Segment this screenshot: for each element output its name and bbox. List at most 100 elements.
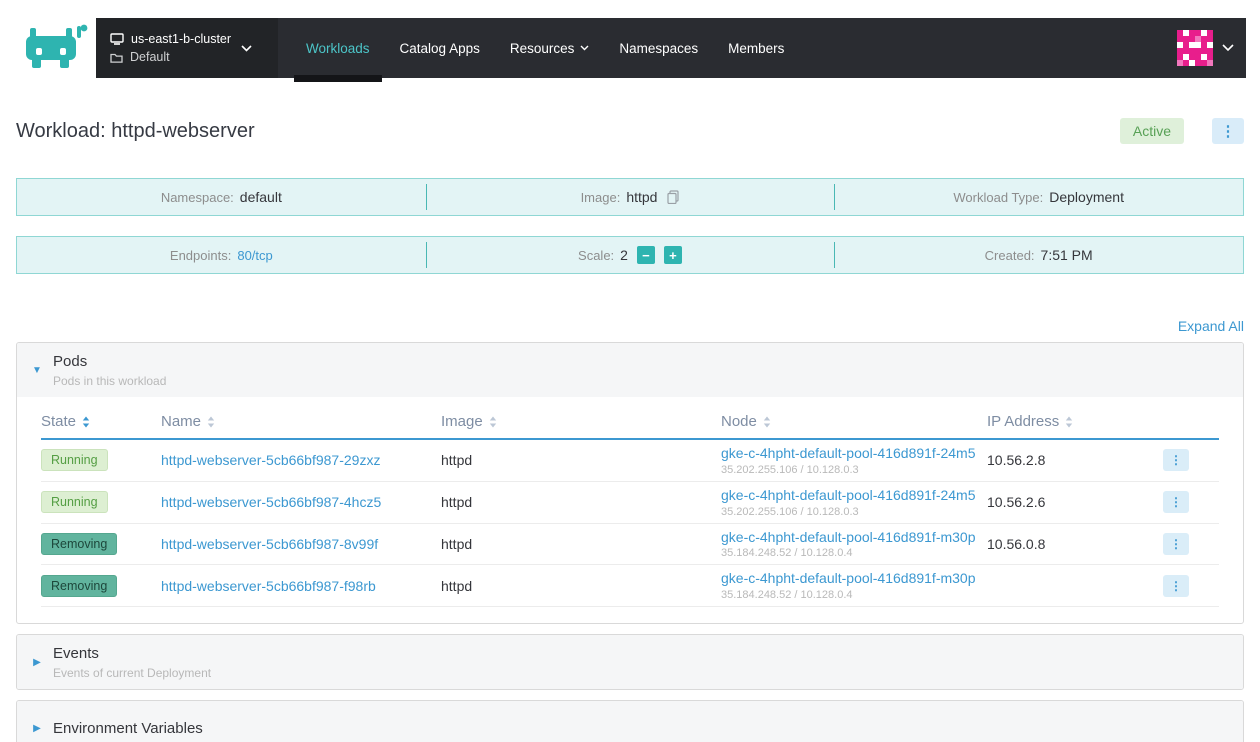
- pod-actions-button[interactable]: ⋮: [1163, 574, 1189, 597]
- user-menu[interactable]: [1177, 18, 1246, 78]
- pods-section-title: Pods: [53, 352, 88, 370]
- project-folder-icon: [110, 53, 123, 63]
- workload-type-value: Deployment: [1049, 189, 1124, 205]
- image-value: httpd: [626, 189, 658, 205]
- namespace-value: default: [239, 189, 282, 205]
- pod-state-badge: Removing: [41, 574, 118, 597]
- node-link[interactable]: gke-c-4hpht-default-pool-416d891f-m30p: [721, 570, 979, 587]
- triangle-right-icon: ▶: [33, 656, 41, 668]
- pod-row: Running httpd-webserver-5cb66bf987-29zxz…: [41, 439, 1219, 482]
- nav-item-resources[interactable]: Resources: [510, 18, 590, 78]
- dots-vertical-icon: ⋮: [1220, 123, 1236, 140]
- pod-state-badge: Running: [41, 491, 108, 514]
- workload-type-label: Workload Type:: [953, 189, 1044, 205]
- created-label: Created:: [984, 247, 1035, 263]
- nav-item-catalog-apps[interactable]: Catalog Apps: [400, 18, 480, 78]
- node-ips: 35.184.248.52 / 10.128.0.4: [721, 589, 853, 602]
- endpoint-link[interactable]: 80/tcp: [237, 248, 272, 263]
- pod-name-link[interactable]: httpd-webserver-5cb66bf987-4hcz5: [161, 494, 381, 510]
- project-name: Default: [130, 50, 170, 64]
- endpoints-label: Endpoints:: [169, 247, 232, 263]
- pod-state-badge: Removing: [41, 532, 118, 555]
- environment-variables-header[interactable]: ▶ Environment Variables: [17, 701, 1243, 742]
- workload-actions-button[interactable]: ⋮: [1212, 118, 1244, 144]
- pod-image: httpd: [441, 494, 473, 511]
- nav-label-catalog-apps: Catalog Apps: [399, 40, 480, 56]
- sort-icon: [207, 416, 215, 427]
- chevron-down-icon: [1222, 44, 1234, 52]
- pod-ip: 10.56.0.8: [987, 535, 1046, 552]
- dots-vertical-icon: ⋮: [1170, 495, 1182, 510]
- events-section-subtitle: Events of current Deployment: [53, 665, 212, 680]
- column-header-state[interactable]: State: [41, 397, 161, 440]
- chevron-down-icon: [241, 44, 252, 52]
- nav-items: Workloads Catalog Apps Resources Namespa…: [278, 18, 812, 82]
- nav-label-members: Members: [728, 40, 785, 56]
- cluster-name: us-east1-b-cluster: [131, 32, 232, 46]
- node-link[interactable]: gke-c-4hpht-default-pool-416d891f-m30p: [721, 529, 979, 546]
- created-cell: Created: 7:51 PM: [834, 237, 1243, 273]
- nav-label-resources: Resources: [509, 40, 575, 56]
- pod-row: Removing httpd-webserver-5cb66bf987-8v99…: [41, 523, 1219, 566]
- column-ip-label: IP Address: [987, 413, 1060, 430]
- events-section-header[interactable]: ▶ Events Events of current Deployment: [17, 635, 1243, 690]
- sort-icon: [489, 416, 496, 427]
- sort-icon: [763, 416, 771, 427]
- status-badge: Active: [1119, 118, 1184, 144]
- scale-label: Scale:: [578, 247, 615, 263]
- column-header-name[interactable]: Name: [161, 397, 441, 440]
- node-link[interactable]: gke-c-4hpht-default-pool-416d891f-24m5: [721, 445, 979, 462]
- pods-section-header[interactable]: ▼ Pods Pods in this workload: [17, 343, 1243, 397]
- nav-item-workloads[interactable]: Workloads: [294, 18, 381, 82]
- pod-image: httpd: [441, 577, 473, 594]
- pod-actions-button[interactable]: ⋮: [1163, 532, 1189, 555]
- namespace-cell: Namespace: default: [17, 179, 426, 215]
- pod-name-link[interactable]: httpd-webserver-5cb66bf987-f98rb: [161, 578, 376, 594]
- image-cell: Image: httpd: [425, 179, 835, 215]
- rancher-logo[interactable]: [14, 18, 96, 78]
- workload-detail-banner: Endpoints: 80/tcp Scale: 2 − + Created: …: [16, 236, 1244, 274]
- workload-type-cell: Workload Type: Deployment: [834, 179, 1243, 215]
- column-header-node[interactable]: Node: [721, 397, 987, 440]
- events-section-title: Events: [53, 644, 99, 662]
- pod-name-link[interactable]: httpd-webserver-5cb66bf987-29zxz: [161, 452, 380, 468]
- copy-icon[interactable]: [667, 190, 680, 204]
- column-header-image[interactable]: Image: [441, 397, 721, 440]
- column-state-label: State: [41, 413, 77, 430]
- plus-icon: +: [669, 247, 677, 263]
- sort-icon: [82, 416, 90, 427]
- environment-variables-title: Environment Variables: [53, 719, 203, 737]
- column-header-ip[interactable]: IP Address: [987, 397, 1163, 440]
- scale-value: 2: [620, 247, 628, 263]
- triangle-right-icon: ▶: [33, 722, 41, 734]
- pod-name-link[interactable]: httpd-webserver-5cb66bf987-8v99f: [161, 536, 378, 552]
- nav-label-namespaces: Namespaces: [619, 40, 699, 56]
- scale-down-button[interactable]: −: [636, 246, 655, 264]
- node-ips: 35.184.248.52 / 10.128.0.4: [721, 547, 853, 560]
- nav-item-members[interactable]: Members: [728, 18, 784, 78]
- page-header: Workload: httpd-webserver Active ⋮: [0, 78, 1260, 178]
- pod-actions-button[interactable]: ⋮: [1163, 491, 1189, 514]
- pod-ip: 10.56.2.6: [987, 494, 1046, 511]
- pods-section: ▼ Pods Pods in this workload State Name …: [16, 342, 1244, 625]
- pod-actions-button[interactable]: ⋮: [1163, 449, 1189, 472]
- endpoints-cell: Endpoints: 80/tcp: [17, 237, 426, 273]
- scale-up-button[interactable]: +: [663, 246, 682, 264]
- expand-all-link[interactable]: Expand All: [1178, 318, 1244, 334]
- pod-ip: 10.56.2.8: [987, 452, 1046, 469]
- cluster-project-selector[interactable]: us-east1-b-cluster Default: [96, 18, 278, 78]
- cluster-icon: [110, 33, 124, 45]
- pods-table: State Name Image Node IP Address Running…: [41, 397, 1219, 608]
- image-label: Image:: [580, 189, 621, 205]
- user-avatar: [1177, 30, 1213, 66]
- nav-item-namespaces[interactable]: Namespaces: [619, 18, 698, 78]
- pods-section-subtitle: Pods in this workload: [53, 373, 167, 388]
- nav-label-workloads: Workloads: [306, 40, 370, 56]
- dots-vertical-icon: ⋮: [1170, 536, 1182, 551]
- namespace-label: Namespace:: [160, 189, 234, 205]
- pod-row: Running httpd-webserver-5cb66bf987-4hcz5…: [41, 481, 1219, 524]
- events-section: ▶ Events Events of current Deployment: [16, 634, 1244, 691]
- node-link[interactable]: gke-c-4hpht-default-pool-416d891f-24m5: [721, 487, 979, 504]
- dots-vertical-icon: ⋮: [1170, 453, 1182, 468]
- minus-icon: −: [642, 247, 650, 263]
